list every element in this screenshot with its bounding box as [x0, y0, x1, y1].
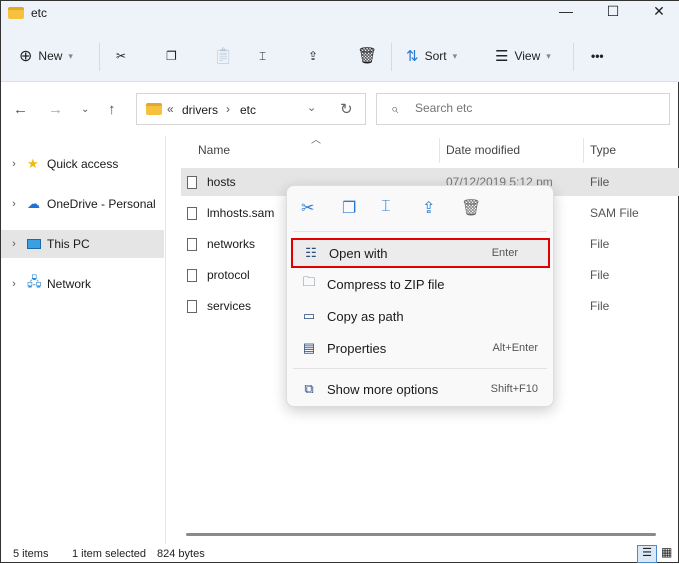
search-input[interactable]: [415, 101, 655, 115]
menu-item-open-with[interactable]: ☷ Open with Enter: [291, 238, 550, 268]
sort-arrow-icon: ︿: [311, 135, 321, 146]
divider: [1, 81, 679, 82]
more-button[interactable]: •••: [591, 41, 604, 71]
details-view-button[interactable]: ☰: [637, 545, 657, 563]
divider: [583, 138, 584, 163]
divider: [293, 231, 547, 232]
share-button[interactable]: ⇪: [422, 198, 435, 218]
refresh-icon[interactable]: ↻: [340, 100, 353, 118]
share-icon: ⇪: [308, 49, 319, 63]
sidebar-item-quick-access[interactable]: › ★ Quick access: [1, 150, 164, 178]
file-icon: [187, 237, 197, 251]
close-button[interactable]: ✕: [647, 3, 671, 23]
divider: [573, 43, 574, 71]
list-icon: ☰: [495, 48, 509, 65]
plus-circle-icon: ⊕: [19, 48, 33, 65]
copy-path-icon: ▭: [302, 308, 316, 323]
search-box[interactable]: ⌕: [376, 93, 670, 125]
chevron-down-icon: ▾: [68, 50, 73, 61]
search-icon: ⌕: [391, 101, 399, 116]
copy-button[interactable]: ❐: [166, 41, 177, 71]
folder-icon: [146, 103, 162, 115]
status-bar: 5 items 1 item selected 824 bytes ☰ ▦: [1, 544, 679, 564]
file-icon: [187, 206, 197, 220]
file-icon: [187, 268, 197, 282]
tiles-view-button[interactable]: ▦: [661, 545, 672, 559]
share-button[interactable]: ⇪: [308, 41, 318, 71]
new-button[interactable]: ⊕ New ▾: [19, 41, 73, 71]
file-icon: [187, 175, 197, 189]
context-menu: ✂ ❐ ⌶ ⇪ 🗑︎ ☷ Open with Enter 🗀︎ Compress to…: [286, 185, 554, 407]
chevron-right-icon: ›: [12, 158, 16, 170]
monitor-icon: [27, 237, 47, 252]
file-icon: [187, 299, 197, 313]
rename-button[interactable]: ⌶: [259, 41, 266, 71]
zip-folder-icon: 🗀︎: [302, 274, 316, 289]
chevron-right-icon: ›: [12, 198, 16, 210]
up-button[interactable]: ↑: [108, 101, 116, 118]
divider: [439, 138, 440, 163]
open-with-icon: ☷: [305, 245, 317, 260]
column-header-date[interactable]: Date modified: [446, 143, 520, 157]
delete-button[interactable]: 🗑︎: [357, 41, 377, 71]
title-bar: etc — ☐ ✕ ⊕ New ▾ ✂ ❐ 📋︎ ⌶ ⇪ 🗑︎ ⇅ Sort ▾ ☰ Vi…: [1, 1, 679, 81]
trash-icon: 🗑︎: [357, 48, 378, 65]
cut-button[interactable]: ✂: [301, 198, 314, 218]
scissors-icon: ✂: [116, 49, 127, 63]
divider: [99, 43, 100, 71]
menu-item-compress-zip[interactable]: 🗀︎ Compress to ZIP file: [291, 269, 550, 299]
horizontal-scrollbar[interactable]: [186, 533, 656, 536]
breadcrumb-drivers[interactable]: drivers: [182, 103, 218, 117]
minimize-button[interactable]: —: [554, 3, 578, 23]
copy-button[interactable]: ❐: [342, 198, 356, 218]
menu-item-show-more-options[interactable]: ⧉ Show more options Shift+F10: [291, 374, 550, 404]
chevron-down-icon[interactable]: ⌄: [307, 101, 316, 114]
network-icon: 🖧︎: [27, 274, 42, 289]
back-button[interactable]: ←: [13, 101, 28, 118]
divider: [391, 43, 392, 71]
view-button[interactable]: ☰ View ▾: [495, 41, 551, 71]
cloud-icon: ☁: [27, 196, 40, 211]
delete-button[interactable]: 🗑︎: [461, 198, 481, 218]
chevron-down-icon: ▾: [546, 50, 551, 61]
chevron-right-icon: ›: [12, 238, 16, 250]
recent-dropdown[interactable]: ⌄: [81, 104, 89, 115]
address-bar[interactable]: « drivers › etc ⌄ ↻: [136, 93, 366, 125]
column-header-name[interactable]: Name: [198, 143, 230, 157]
column-header-type[interactable]: Type: [590, 143, 616, 157]
copy-icon: ❐: [166, 49, 177, 63]
menu-item-properties[interactable]: ▤ Properties Alt+Enter: [291, 333, 550, 363]
navigation-pane: › ★ Quick access › ☁ OneDrive - Personal › Th…: [1, 136, 166, 544]
chevron-down-icon: ▾: [452, 50, 458, 61]
star-icon: ★: [27, 156, 39, 171]
rename-icon: ⌶: [259, 48, 267, 63]
maximize-button[interactable]: ☐: [601, 3, 625, 23]
clipboard-icon: 📋︎: [213, 48, 234, 65]
sidebar-item-network[interactable]: › 🖧︎ Network: [1, 270, 164, 298]
folder-icon: [8, 7, 24, 19]
properties-icon: ▤: [302, 340, 316, 355]
expand-icon: ⧉: [304, 381, 314, 396]
divider: [293, 368, 547, 369]
sidebar-item-this-pc[interactable]: › This PC: [1, 230, 164, 258]
forward-button[interactable]: →: [48, 101, 63, 118]
paste-button[interactable]: 📋︎: [213, 41, 233, 71]
breadcrumb-etc[interactable]: etc: [240, 103, 256, 117]
sidebar-item-onedrive[interactable]: › ☁ OneDrive - Personal: [1, 190, 164, 218]
rename-button[interactable]: ⌶: [381, 198, 391, 216]
menu-item-copy-as-path[interactable]: ▭ Copy as path: [291, 301, 550, 331]
cut-button[interactable]: ✂: [116, 41, 126, 71]
sort-icon: ⇅: [406, 48, 419, 65]
sort-button[interactable]: ⇅ Sort ▾: [406, 41, 457, 71]
chevron-right-icon: ›: [12, 278, 16, 290]
window-title: etc: [31, 6, 48, 20]
